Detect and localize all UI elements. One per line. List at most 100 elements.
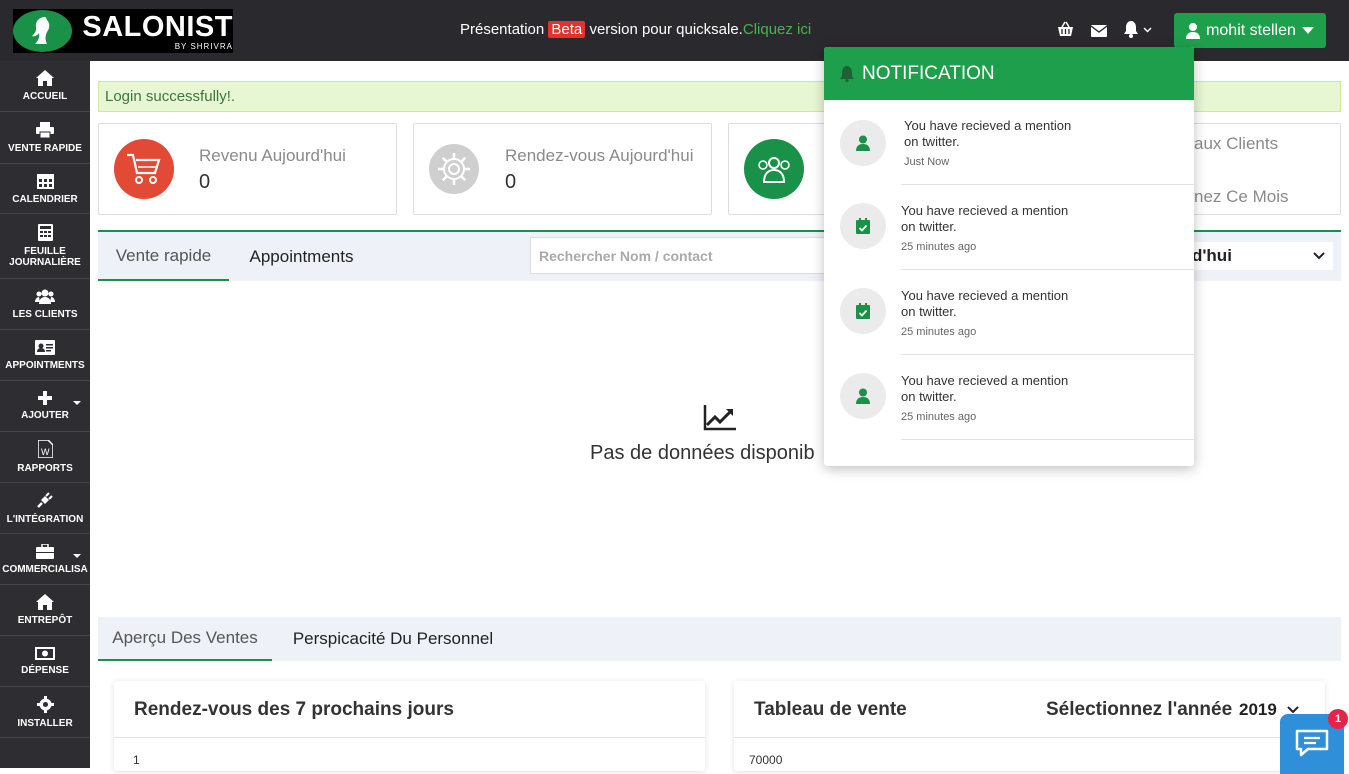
promo-middle: version pour quicksale.	[589, 21, 743, 38]
users-icon	[744, 139, 804, 199]
sidebar-item-feuille-journaliere[interactable]: FEUILLE JOURNALIÈRE	[0, 214, 90, 279]
upcoming-appointments-panel: Rendez-vous des 7 prochains jours 1	[114, 681, 705, 771]
sidebar-item-label: ACCUEIL	[22, 91, 68, 102]
caret-down-icon	[1301, 27, 1314, 34]
caret-down-icon	[73, 554, 81, 558]
home-icon	[36, 70, 54, 86]
period-select-value: d'hui	[1192, 246, 1232, 265]
tab-apercu-ventes[interactable]: Aperçu Des Ventes	[98, 617, 272, 661]
notification-text-2: on twitter.	[904, 134, 960, 149]
bell-icon	[840, 65, 854, 82]
users-icon	[35, 289, 55, 304]
sidebar-item-label: RAPPORTS	[17, 463, 73, 474]
divider	[734, 737, 1325, 738]
notification-text-2: on twitter.	[901, 304, 957, 319]
y-tick-label: 1	[133, 753, 140, 767]
card-title: Rendez-vous Aujourd'hui	[505, 146, 694, 165]
warehouse-icon	[36, 594, 54, 610]
panel-title: Rendez-vous des 7 prochains jours	[134, 699, 454, 720]
card-title: Revenu Aujourd'hui	[199, 146, 346, 165]
gear-icon	[429, 144, 479, 194]
sidebar-item-appointments[interactable]: APPOINTMENTS	[0, 330, 90, 381]
notification-text: You have recieved a mention	[901, 203, 1069, 218]
year-value: 2019	[1239, 700, 1277, 719]
tab-vente-rapide[interactable]: Vente rapide	[98, 232, 229, 281]
sidebar-item-rapports[interactable]: W RAPPORTS	[0, 432, 90, 483]
calculator-icon	[37, 224, 53, 241]
card-value: 0	[199, 171, 211, 193]
notification-dropdown: NOTIFICATION You have recieved a mention…	[824, 47, 1194, 466]
divider	[901, 439, 1194, 440]
printer-icon	[36, 121, 54, 138]
notification-item[interactable]: You have recieved a mention on twitter. …	[824, 270, 1194, 355]
user-name: mohit stellen	[1206, 21, 1296, 39]
user-icon	[840, 120, 886, 166]
sidebar-item-les-clients[interactable]: LES CLIENTS	[0, 279, 90, 330]
sidebar-item-label: L'INTÉGRATION	[6, 514, 84, 525]
caret-down-icon	[73, 401, 81, 405]
word-file-icon: W	[37, 440, 53, 458]
notification-time: 25 minutes ago	[901, 326, 977, 338]
promo-banner: Présentation Beta version pour quicksale…	[460, 21, 811, 38]
cog-icon	[36, 695, 54, 713]
sidebar-item-vente-rapide[interactable]: VENTE RAPIDE	[0, 112, 90, 164]
notification-text: You have recieved a mention	[904, 118, 1072, 133]
chevron-down-icon	[1287, 706, 1299, 714]
chevron-down-icon	[1313, 252, 1325, 260]
notification-item[interactable]: You have recieved a mention on twitter. …	[824, 355, 1194, 440]
logo-name: SALONIST	[82, 10, 233, 43]
sidebar-item-label: FEUILLE JOURNALIÈRE	[9, 246, 81, 268]
user-menu-button[interactable]: mohit stellen	[1174, 13, 1326, 48]
logo-emblem-icon	[13, 10, 73, 52]
revenue-today-card: Revenu Aujourd'hui 0	[98, 123, 397, 215]
sidebar-item-label: LES CLIENTS	[12, 308, 78, 320]
envelope-icon[interactable]	[1090, 24, 1108, 42]
period-select[interactable]: d'hui	[1180, 242, 1333, 270]
bell-icon[interactable]	[1124, 20, 1156, 43]
basket-icon[interactable]	[1057, 21, 1074, 43]
notification-item[interactable]: You have recieved a mention on twitter. …	[824, 185, 1194, 270]
notification-time: 25 minutes ago	[901, 241, 977, 253]
salonist-logo[interactable]: SALONIST BY SHRIVRA	[13, 9, 233, 53]
tab-perspicacite-personnel[interactable]: Perspicacité Du Personnel	[272, 617, 514, 661]
sidebar-item-label: CALENDRIER	[12, 194, 78, 205]
panel-title: Tableau de vente	[754, 699, 907, 720]
sidebar-item-label: AJOUTER	[21, 410, 69, 421]
sidebar-item-ajouter[interactable]: AJOUTER	[0, 381, 90, 432]
promo-link[interactable]: Cliquez ici	[743, 21, 811, 38]
logo-subtitle: BY SHRIVRA	[174, 41, 233, 51]
promo-text: Présentation	[460, 21, 545, 38]
sidebar-item-entrepot[interactable]: ENTREPÔT	[0, 585, 90, 636]
money-icon	[35, 646, 55, 660]
year-select-label: Sélectionnez l'année	[1046, 699, 1233, 720]
plus-icon	[38, 391, 52, 405]
sidebar-item-installer[interactable]: INSTALLER	[0, 687, 90, 738]
tab-appointments[interactable]: Appointments	[229, 232, 374, 281]
briefcase-icon	[36, 543, 54, 559]
card-subtitle: nez Ce Mois	[1194, 187, 1289, 206]
sidebar-item-accueil[interactable]: ACCUEIL	[0, 61, 90, 112]
calendar-check-icon	[840, 288, 886, 334]
search-input[interactable]: Rechercher Nom / contact	[530, 237, 830, 274]
y-tick-label: 70000	[749, 753, 783, 767]
id-card-icon	[35, 339, 55, 355]
sidebar-item-label: COMMERCIALISA	[2, 563, 88, 575]
sidebar-item-commercialisation[interactable]: COMMERCIALISA	[0, 534, 90, 585]
sidebar-item-integration[interactable]: L'INTÉGRATION	[0, 483, 90, 534]
notification-item[interactable]: You have recieved a mention on twitter. …	[824, 100, 1194, 185]
notification-text-2: on twitter.	[901, 389, 957, 404]
notification-text-2: on twitter.	[901, 219, 957, 234]
no-data-message: Pas de données disponib	[590, 442, 815, 464]
chat-unread-badge: 1	[1328, 709, 1348, 729]
user-icon	[840, 373, 886, 419]
sidebar-item-depense[interactable]: DÉPENSE	[0, 636, 90, 687]
user-icon	[1186, 22, 1201, 39]
sidebar-item-calendrier[interactable]: CALENDRIER	[0, 164, 90, 214]
notification-time: Just Now	[904, 156, 950, 168]
sidebar-item-label: APPOINTMENTS	[5, 359, 85, 371]
chat-bubble-icon	[1295, 729, 1329, 757]
sales-chart-panel: Tableau de vente Sélectionnez l'année 20…	[734, 681, 1325, 771]
sidebar-item-label: DÉPENSE	[21, 664, 69, 676]
notification-text: You have recieved a mention	[901, 288, 1069, 303]
beta-badge: Beta	[548, 21, 586, 38]
